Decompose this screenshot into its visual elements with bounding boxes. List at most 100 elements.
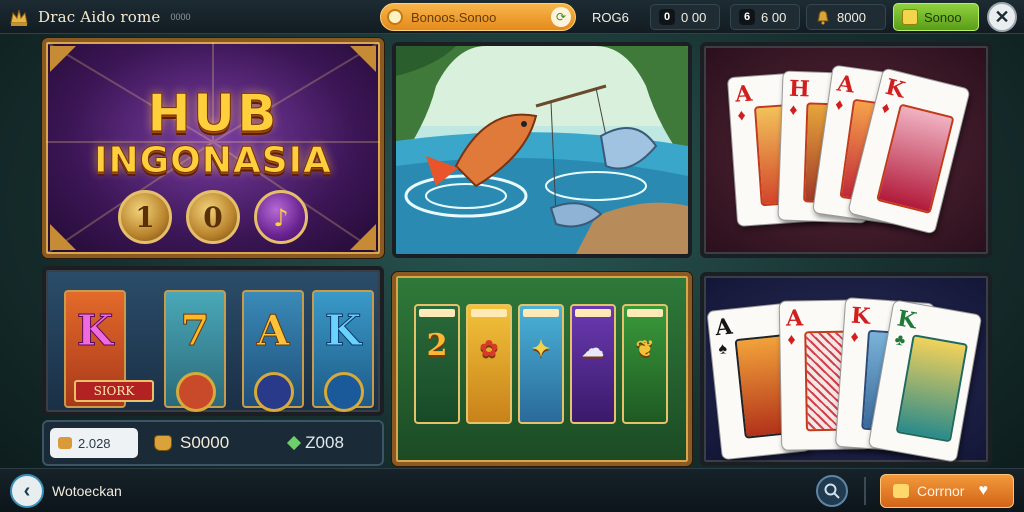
coin-one-label: 1	[135, 200, 155, 234]
card-rank: K	[850, 302, 872, 330]
divider	[864, 477, 866, 505]
stat-counter-2[interactable]: 6 6 00	[730, 4, 800, 30]
brand[interactable]: Drac Aido rome 0000	[8, 6, 190, 28]
app-title: Drac Aido rome	[38, 8, 161, 26]
card-rank: H	[788, 75, 811, 103]
stat-counter-2-value: 6 00	[761, 9, 787, 25]
card-rank: A	[713, 313, 734, 342]
mini-slot-card: ✦	[518, 304, 564, 424]
card-art	[876, 103, 955, 215]
card-suit: ♠	[717, 340, 728, 359]
heart-icon: ♥	[978, 482, 988, 499]
zero-badge-icon: 0	[659, 9, 675, 25]
card-rank: A	[835, 70, 857, 99]
coin-bag-icon	[154, 435, 172, 451]
tile-hub-banner[interactable]: HUB INGONASIA 1 0 ♪	[42, 38, 384, 258]
ticket-icon	[893, 484, 909, 498]
reel-label: SIORK	[74, 380, 154, 402]
balance-pill-value: 2.028	[78, 435, 111, 451]
mini-slot-card: ❦	[622, 304, 668, 424]
tile-cards-top[interactable]: A ♦ H ♦ A ♦ K ♦	[700, 42, 992, 258]
card-rank: A	[785, 305, 804, 332]
card-number: 2	[426, 328, 448, 363]
card-header	[471, 309, 507, 317]
tile-cards-bottom[interactable]: A ♠ A ♦ K ♦ K ♣	[700, 272, 992, 466]
card-suit: ♦	[788, 101, 798, 120]
reel-symbol: K	[324, 306, 362, 356]
coin-zero-label: 0	[203, 200, 223, 234]
tile-mini-slots[interactable]: 2 ✿ ✦ ☁ ❦	[392, 272, 692, 466]
chip-icon	[58, 437, 72, 449]
card-rank: K	[895, 305, 919, 335]
card-suit: ♦	[787, 331, 796, 349]
stat-rog: ROG6	[584, 4, 637, 30]
search-input[interactable]	[411, 9, 541, 25]
card-suit: ♦	[879, 99, 892, 118]
continue-button-label: Corrnor	[917, 483, 965, 499]
mini-slot-card: ☁	[570, 304, 616, 424]
gem-icon	[287, 435, 302, 451]
gem-balance-value: Z008	[305, 433, 344, 452]
ghost-icon: ☁	[582, 336, 604, 362]
card-suit: ♦	[737, 107, 747, 125]
refresh-icon[interactable]: ⟳	[551, 7, 571, 27]
slot-reel: K	[312, 290, 374, 412]
fruit-icon	[176, 372, 216, 412]
bell-icon	[817, 10, 829, 25]
stat-rog-value: ROG6	[592, 9, 629, 25]
reel-symbol: 7	[180, 306, 210, 356]
coin-icon	[387, 9, 403, 25]
slot-reel: 7	[164, 290, 226, 412]
close-button[interactable]: ✕	[987, 2, 1017, 32]
ring-icon	[254, 372, 294, 412]
card-suit: ♦	[834, 96, 845, 115]
back-button[interactable]: ‹	[10, 474, 44, 508]
slot-reel: A	[242, 290, 304, 412]
wallet-button[interactable]: Sonoo	[893, 3, 979, 31]
coin-balance: S0000	[154, 433, 229, 453]
card-suit: ♦	[849, 328, 860, 347]
card-suit: ♣	[893, 331, 907, 350]
app-subtitle: 0000	[170, 12, 191, 22]
coin-music[interactable]: ♪	[254, 190, 308, 244]
coin-one[interactable]: 1	[118, 190, 172, 244]
hub-title-line2: INGONASIA	[94, 140, 332, 182]
fishing-scene-art	[396, 46, 688, 254]
tile-slots[interactable]: K SIORK 7 A K	[42, 266, 384, 416]
balance-panel: 2.028 S0000 Z008	[42, 420, 384, 466]
mini-slot-card: 2	[414, 304, 460, 424]
zoom-button[interactable]	[816, 475, 848, 507]
card-art	[895, 334, 969, 443]
coin-zero[interactable]: 0	[186, 190, 240, 244]
search-bar[interactable]: ⟳	[380, 3, 576, 31]
reel-symbol: K	[76, 306, 114, 356]
slot-reel: K SIORK	[64, 290, 154, 408]
card-header	[575, 309, 611, 317]
card-header	[419, 309, 455, 317]
compass-icon	[324, 372, 364, 412]
stat-bell[interactable]: 8000	[806, 4, 886, 30]
hub-title-line1: HUB	[147, 84, 279, 145]
balance-pill[interactable]: 2.028	[50, 428, 138, 458]
bird-icon: ✦	[531, 336, 551, 362]
search-icon	[824, 483, 840, 499]
top-bar: Drac Aido rome 0000 ⟳ ROG6 0 0 00 6 6 00…	[0, 0, 1024, 34]
crab-icon: ✿	[479, 336, 499, 362]
tile-fishing-game[interactable]	[392, 42, 692, 258]
leaf-icon: ❦	[635, 336, 655, 362]
mini-slot-card: ✿	[466, 304, 512, 424]
card-header	[627, 309, 663, 317]
card-header	[523, 309, 559, 317]
continue-button[interactable]: Corrnor ♥	[880, 474, 1014, 508]
close-icon: ✕	[994, 6, 1010, 27]
crown-logo-icon	[10, 9, 28, 26]
wallet-icon	[902, 9, 918, 25]
gem-balance: Z008	[287, 433, 344, 453]
back-label[interactable]: Wotoeckan	[52, 483, 122, 499]
music-note-icon: ♪	[273, 202, 289, 232]
coin-balance-value: S0000	[180, 433, 230, 452]
bottom-bar: ‹ Wotoeckan Corrnor ♥	[0, 468, 1024, 512]
wallet-button-label: Sonoo	[924, 9, 962, 25]
stat-counter-1-value: 0 00	[681, 9, 707, 25]
stat-counter-1[interactable]: 0 0 00	[650, 4, 720, 30]
